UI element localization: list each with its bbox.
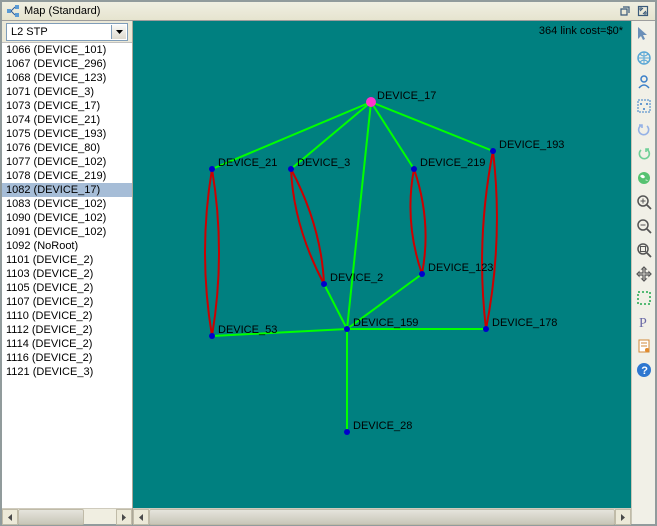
list-h-scrollbar[interactable] — [2, 508, 132, 524]
map-app-icon — [6, 4, 20, 18]
list-item[interactable]: 1076 (DEVICE_80) — [2, 141, 132, 155]
select-area-icon[interactable] — [635, 289, 653, 307]
list-item[interactable]: 1075 (DEVICE_193) — [2, 127, 132, 141]
list-item[interactable]: 1083 (DEVICE_102) — [2, 197, 132, 211]
zoom-out-icon[interactable] — [635, 217, 653, 235]
list-item[interactable]: 1068 (DEVICE_123) — [2, 71, 132, 85]
p-icon[interactable]: P — [635, 313, 653, 331]
list-item[interactable]: 1082 (DEVICE_17) — [2, 183, 132, 197]
list-item[interactable]: 1114 (DEVICE_2) — [2, 337, 132, 351]
list-item[interactable]: 1116 (DEVICE_2) — [2, 351, 132, 365]
window-title: Map (Standard) — [24, 5, 615, 17]
list-item[interactable]: 1078 (DEVICE_219) — [2, 169, 132, 183]
scroll-right-icon[interactable] — [615, 509, 631, 525]
combo-value: L2 STP — [11, 26, 48, 38]
list-item[interactable]: 1074 (DEVICE_21) — [2, 113, 132, 127]
restore-button[interactable] — [617, 3, 633, 19]
list-item[interactable]: 1121 (DEVICE_3) — [2, 365, 132, 379]
device-list[interactable]: 1066 (DEVICE_101)1067 (DEVICE_296)1068 (… — [2, 43, 132, 508]
redo-icon[interactable] — [635, 145, 653, 163]
person-icon[interactable] — [635, 73, 653, 91]
svg-text:?: ? — [641, 365, 648, 377]
pan-icon[interactable] — [635, 265, 653, 283]
list-item[interactable]: 1112 (DEVICE_2) — [2, 323, 132, 337]
earth-icon[interactable] — [635, 169, 653, 187]
pointer-icon[interactable] — [635, 25, 653, 43]
list-item[interactable]: 1073 (DEVICE_17) — [2, 99, 132, 113]
list-item[interactable]: 1107 (DEVICE_2) — [2, 295, 132, 309]
undo-icon[interactable] — [635, 121, 653, 139]
list-item[interactable]: 1101 (DEVICE_2) — [2, 253, 132, 267]
fit-icon[interactable] — [635, 97, 653, 115]
list-item[interactable]: 1066 (DEVICE_101) — [2, 43, 132, 57]
list-item[interactable]: 1103 (DEVICE_2) — [2, 267, 132, 281]
list-item[interactable]: 1090 (DEVICE_102) — [2, 211, 132, 225]
sidebar: L2 STP 1066 (DEVICE_101)1067 (DEVICE_296… — [2, 21, 133, 524]
scroll-right-icon[interactable] — [116, 509, 132, 525]
list-item[interactable]: 1067 (DEVICE_296) — [2, 57, 132, 71]
scroll-thumb[interactable] — [149, 509, 615, 525]
zoom-in-icon[interactable] — [635, 193, 653, 211]
help-icon[interactable]: ? — [635, 361, 653, 379]
layer-combo[interactable]: L2 STP — [6, 23, 128, 41]
map-window: Map (Standard) L2 STP 1066 (DEVICE_101)1… — [0, 0, 657, 526]
list-item[interactable]: 1105 (DEVICE_2) — [2, 281, 132, 295]
scroll-left-icon[interactable] — [2, 509, 18, 525]
list-item[interactable]: 1077 (DEVICE_102) — [2, 155, 132, 169]
list-item[interactable]: 1110 (DEVICE_2) — [2, 309, 132, 323]
body: L2 STP 1066 (DEVICE_101)1067 (DEVICE_296… — [2, 21, 655, 524]
svg-text:P: P — [639, 316, 647, 331]
scroll-thumb[interactable] — [18, 509, 84, 525]
topology-map[interactable]: 364 link cost=$0* DEVICE_17DEVICE_21DEVI… — [133, 21, 631, 508]
list-item[interactable]: 1092 (NoRoot) — [2, 239, 132, 253]
list-item[interactable]: 1091 (DEVICE_102) — [2, 225, 132, 239]
right-toolbar: P? — [631, 21, 655, 524]
maximize-button[interactable] — [635, 3, 651, 19]
note-icon[interactable] — [635, 337, 653, 355]
titlebar: Map (Standard) — [2, 2, 655, 21]
list-item[interactable]: 1071 (DEVICE_3) — [2, 85, 132, 99]
combo-wrap: L2 STP — [2, 21, 132, 43]
zoom-region-icon[interactable] — [635, 241, 653, 259]
center: 364 link cost=$0* DEVICE_17DEVICE_21DEVI… — [133, 21, 631, 524]
map-h-scrollbar[interactable] — [133, 508, 631, 524]
scroll-left-icon[interactable] — [133, 509, 149, 525]
chevron-down-icon — [111, 25, 126, 39]
globe-icon[interactable] — [635, 49, 653, 67]
